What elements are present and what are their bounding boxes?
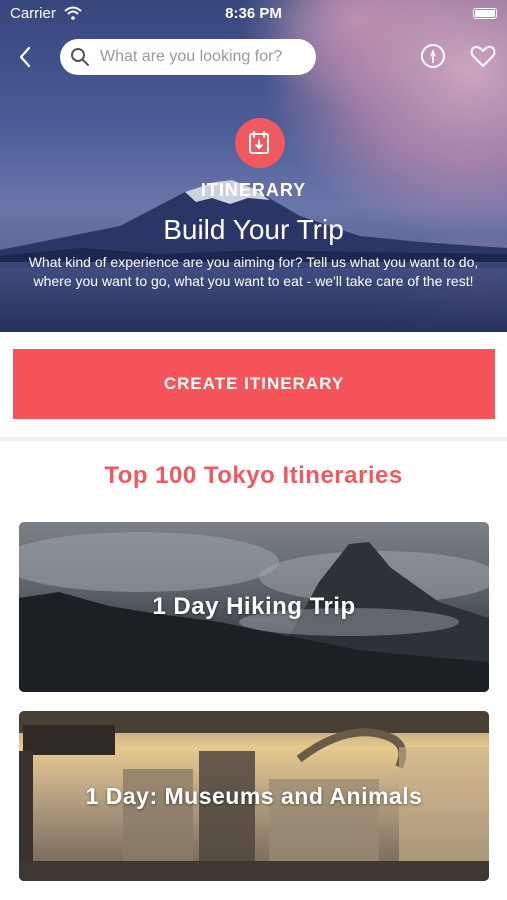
- hero-banner: Carrier 8:36 PM ITINERARY Build Y: [0, 0, 507, 332]
- search-input[interactable]: [100, 39, 310, 75]
- hero-description: What kind of experience are you aiming f…: [28, 254, 479, 289]
- section-title: Top 100 Tokyo Itineraries: [104, 462, 403, 489]
- itinerary-card-title: 1 Day Hiking Trip: [152, 593, 356, 620]
- itinerary-card-museums[interactable]: 1 Day: Museums and Animals: [19, 711, 489, 881]
- itinerary-card-hiking[interactable]: 1 Day Hiking Trip: [19, 522, 489, 692]
- hero-title: Build Your Trip: [163, 214, 344, 245]
- compass-icon[interactable]: [420, 43, 446, 69]
- itinerary-badge: [235, 118, 285, 168]
- hero-kicker: ITINERARY: [200, 180, 307, 200]
- search-bar[interactable]: [60, 39, 316, 75]
- status-time: 8:36 PM: [225, 5, 282, 22]
- status-bar: Carrier 8:36 PM: [0, 4, 507, 24]
- search-icon: [71, 48, 89, 66]
- itinerary-card-title: 1 Day: Museums and Animals: [85, 782, 423, 809]
- heart-icon[interactable]: [470, 44, 496, 68]
- create-itinerary-button[interactable]: CREATE ITINERARY: [13, 349, 495, 419]
- back-icon[interactable]: [14, 44, 36, 70]
- section-divider: [0, 437, 507, 441]
- battery-icon: [473, 8, 497, 19]
- itinerary-icon: [249, 131, 269, 154]
